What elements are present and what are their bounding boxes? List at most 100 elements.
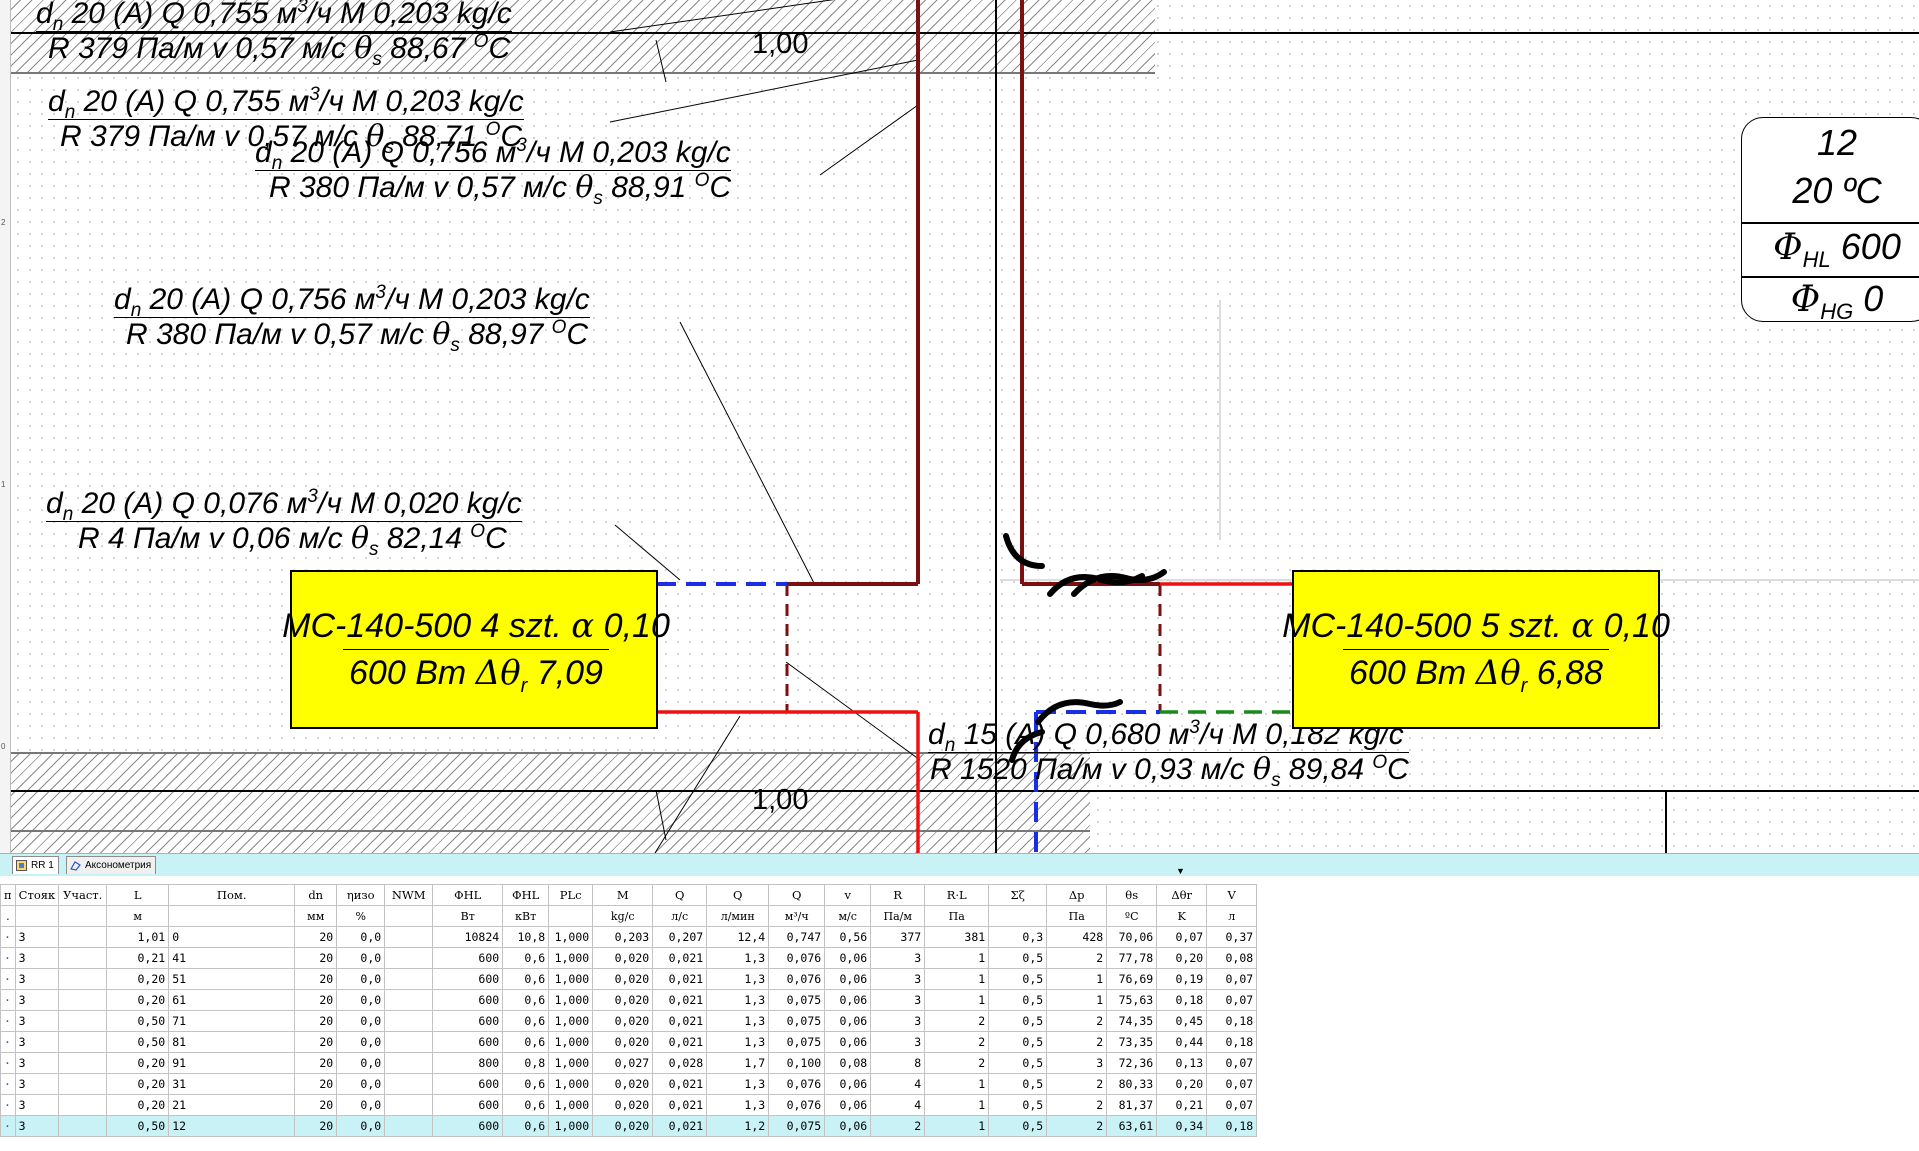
table-cell[interactable]: 0,0 — [336, 989, 386, 1011]
table-cell[interactable]: 1,7 — [706, 1052, 770, 1074]
tab-rr1[interactable]: RR 1 — [12, 856, 59, 874]
table-cell[interactable] — [58, 1010, 108, 1032]
table-cell[interactable] — [58, 989, 108, 1011]
table-cell[interactable]: 1,2 — [706, 1115, 770, 1137]
table-cell[interactable]: 0,747 — [768, 926, 826, 948]
table-cell[interactable]: 0,5 — [988, 968, 1048, 990]
table-row[interactable]: · 3 1,01 0 20 0,0 10824 10,8 1,000 0,203 0,207 12,4… — [0, 926, 1258, 948]
table-cell[interactable]: 0,021 — [652, 1073, 708, 1095]
table-cell[interactable]: 0,50 — [106, 1010, 170, 1032]
radiator-label[interactable]: MC-140-500 4 szt. α 0,10 600 Bm Δθr 7,09 — [256, 603, 696, 709]
table-cell[interactable]: 428 — [1046, 926, 1108, 948]
col-header[interactable]: θs — [1106, 884, 1158, 906]
table-cell[interactable]: 2 — [1046, 1010, 1108, 1032]
table-cell[interactable]: 600 — [432, 1094, 504, 1116]
table-cell[interactable]: 77,78 — [1106, 947, 1158, 969]
table-row[interactable]: · 3 0,21 41 20 0,0 600 0,6 1,000 0,020 0,021 1,3 0,0… — [0, 947, 1258, 969]
table-cell[interactable]: 75,63 — [1106, 989, 1158, 1011]
table-cell[interactable]: 1,000 — [548, 989, 594, 1011]
table-cell[interactable]: 0,21 — [1156, 1094, 1208, 1116]
results-table[interactable]: п Стояк Участ. L Пом. dn ηизо NWM ΦHL ΦH… — [0, 884, 1258, 1137]
table-cell[interactable]: 0,06 — [824, 989, 872, 1011]
table-cell[interactable]: 4 — [870, 1073, 926, 1095]
col-header[interactable]: ΦHL — [432, 884, 504, 906]
col-header[interactable]: R·L — [924, 884, 990, 906]
table-cell[interactable]: 1,3 — [706, 947, 770, 969]
table-cell[interactable]: 41 — [168, 947, 296, 969]
col-header[interactable]: Участ. — [58, 884, 108, 906]
table-cell[interactable]: 0,0 — [336, 1094, 386, 1116]
table-cell[interactable]: 0,5 — [988, 947, 1048, 969]
table-cell[interactable]: 10824 — [432, 926, 504, 948]
table-cell[interactable]: 1,000 — [548, 947, 594, 969]
table-cell[interactable]: · — [0, 926, 16, 948]
table-cell[interactable]: 2 — [1046, 1094, 1108, 1116]
table-cell[interactable]: 0,021 — [652, 1010, 708, 1032]
table-cell[interactable]: 0,020 — [592, 1094, 654, 1116]
table-cell[interactable]: 0,5 — [988, 1010, 1048, 1032]
col-header[interactable]: V — [1206, 884, 1258, 906]
table-row[interactable]: · 3 0,20 31 20 0,0 600 0,6 1,000 0,020 0,021 1,3 0,0… — [0, 1073, 1258, 1095]
table-cell[interactable]: 0,07 — [1206, 989, 1258, 1011]
col-header[interactable]: Q — [706, 884, 770, 906]
table-cell[interactable] — [384, 1052, 434, 1074]
table-cell[interactable]: 0,06 — [824, 1094, 872, 1116]
col-header[interactable]: dn — [294, 884, 338, 906]
col-header[interactable]: L — [106, 884, 170, 906]
table-cell[interactable]: 20 — [294, 1073, 338, 1095]
table-cell[interactable]: 3 — [870, 989, 926, 1011]
table-cell[interactable]: 20 — [294, 968, 338, 990]
table-cell[interactable]: 3 — [14, 1010, 60, 1032]
table-cell[interactable]: 0,027 — [592, 1052, 654, 1074]
table-cell[interactable] — [384, 1031, 434, 1053]
table-row[interactable]: · 3 0,20 21 20 0,0 600 0,6 1,000 0,020 0,021 1,3 0,0… — [0, 1094, 1258, 1116]
table-cell[interactable]: 8 — [870, 1052, 926, 1074]
table-cell[interactable]: 1 — [1046, 968, 1108, 990]
table-cell[interactable]: · — [0, 968, 16, 990]
col-header[interactable]: Стояк — [14, 884, 60, 906]
table-cell[interactable] — [58, 1073, 108, 1095]
table-cell[interactable]: 20 — [294, 1052, 338, 1074]
table-cell[interactable]: 0,6 — [502, 1115, 550, 1137]
table-cell[interactable]: 1,000 — [548, 1073, 594, 1095]
table-cell[interactable]: 63,61 — [1106, 1115, 1158, 1137]
table-cell[interactable]: 0,44 — [1156, 1031, 1208, 1053]
table-cell[interactable] — [58, 926, 108, 948]
table-row[interactable]: · 3 0,20 51 20 0,0 600 0,6 1,000 0,020 0,021 1,3 0,0… — [0, 968, 1258, 990]
pipe-label[interactable]: dn 20 (A) Q 0,755 м3/ч M 0,203 kg/c R 37… — [36, 0, 512, 69]
table-cell[interactable]: 0,203 — [592, 926, 654, 948]
table-row[interactable]: · 3 0,50 12 20 0,0 600 0,6 1,000 0,020 0,021 1,2 0,0… — [0, 1115, 1258, 1137]
table-cell[interactable]: 600 — [432, 1031, 504, 1053]
pipe-label[interactable]: dn 20 (A) Q 0,756 м3/ч M 0,203 kg/c R 38… — [114, 283, 590, 355]
table-cell[interactable]: 1,000 — [548, 1010, 594, 1032]
table-cell[interactable]: 0,021 — [652, 947, 708, 969]
table-cell[interactable]: 0,6 — [502, 989, 550, 1011]
table-cell[interactable]: 2 — [924, 1031, 990, 1053]
table-cell[interactable]: 20 — [294, 1031, 338, 1053]
table-cell[interactable]: 10,8 — [502, 926, 550, 948]
table-cell[interactable]: 0,6 — [502, 1031, 550, 1053]
table-row[interactable]: · 3 0,50 71 20 0,0 600 0,6 1,000 0,020 0,021 1,3 0,0… — [0, 1010, 1258, 1032]
table-cell[interactable]: 600 — [432, 989, 504, 1011]
table-cell[interactable] — [384, 947, 434, 969]
table-cell[interactable]: 0,0 — [336, 926, 386, 948]
table-cell[interactable]: 0,19 — [1156, 968, 1208, 990]
drawing-canvas[interactable]: 2 1 0 1,00 1,00 dn 20 (A) Q 0,755 м3/ч M… — [0, 0, 1919, 853]
table-cell[interactable]: 0,100 — [768, 1052, 826, 1074]
table-cell[interactable]: 1,3 — [706, 1010, 770, 1032]
table-cell[interactable]: 0,020 — [592, 1010, 654, 1032]
table-cell[interactable] — [384, 989, 434, 1011]
table-row[interactable]: · 3 0,20 91 20 0,0 800 0,8 1,000 0,027 0,028 1,7 0,1… — [0, 1052, 1258, 1074]
table-cell[interactable] — [384, 1115, 434, 1137]
table-cell[interactable] — [58, 947, 108, 969]
table-cell[interactable]: 1 — [924, 1073, 990, 1095]
col-header[interactable]: Δθr — [1156, 884, 1208, 906]
table-cell[interactable]: 1 — [924, 947, 990, 969]
col-header[interactable]: M — [592, 884, 654, 906]
table-cell[interactable]: 0,08 — [1206, 947, 1258, 969]
table-cell[interactable]: 81,37 — [1106, 1094, 1158, 1116]
table-cell[interactable]: 31 — [168, 1073, 296, 1095]
table-cell[interactable]: 1,000 — [548, 968, 594, 990]
table-cell[interactable]: 80,33 — [1106, 1073, 1158, 1095]
table-cell[interactable]: 0,6 — [502, 947, 550, 969]
